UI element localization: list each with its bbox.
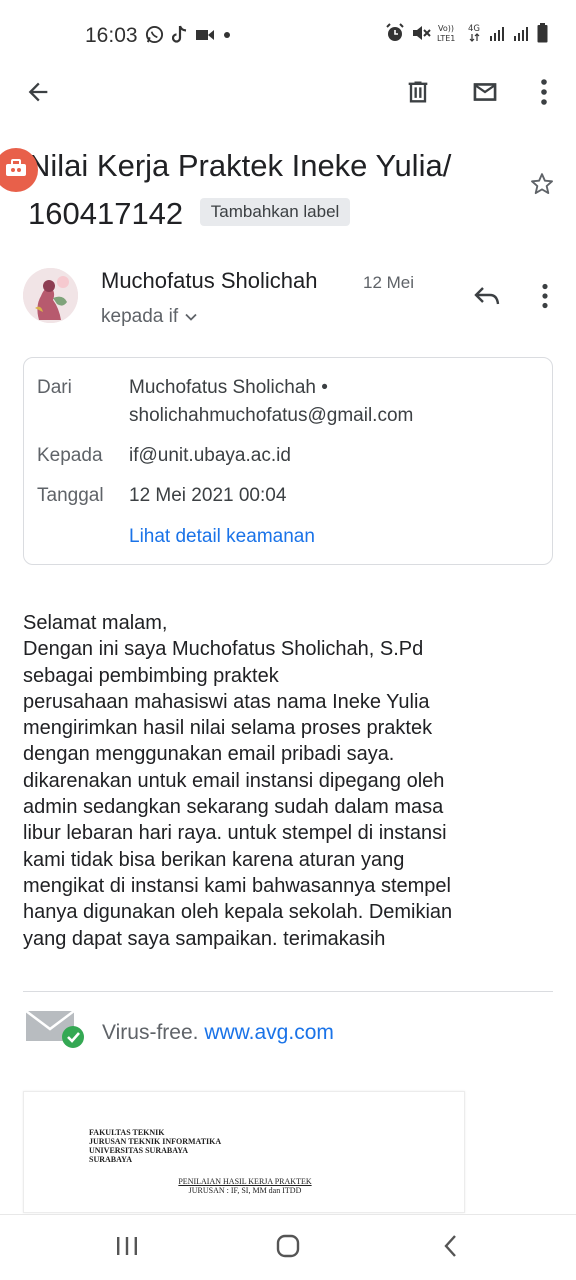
- more-vert-icon: [540, 283, 550, 314]
- alarm-icon: [385, 23, 405, 43]
- attachment-title: PENILAIAN HASIL KERJA PRAKTEK: [178, 1177, 312, 1186]
- sender-name: Muchofatus Sholichah: [101, 268, 318, 293]
- date-label: Tanggal: [37, 485, 104, 506]
- signal-2-icon: [513, 24, 531, 42]
- to-label: Kepada: [37, 445, 103, 466]
- more-vert-icon: [539, 78, 549, 111]
- video-icon: [196, 28, 214, 42]
- security-details-link[interactable]: Lihat detail keamanan: [129, 526, 315, 548]
- svg-text:4G: 4G: [468, 24, 480, 34]
- body-line: yang dapat saya sampaikan. terimakasih: [23, 927, 386, 950]
- system-nav-bar: [0, 1214, 576, 1280]
- from-email: sholichahmuchofatus@gmail.com: [129, 405, 414, 426]
- body-line: Dengan ini saya Muchofatus Sholichah, S.…: [23, 638, 424, 661]
- body-line: Selamat malam,: [23, 612, 168, 634]
- email-date-short: 12 Mei: [363, 273, 415, 292]
- attachment-subtitle: JURUSAN : IF, SI, MM dan ITDD: [188, 1186, 302, 1195]
- virus-free-line: Virus-free. www.avg.com: [102, 1021, 334, 1045]
- mark-unread-button[interactable]: [461, 70, 509, 118]
- battery-icon: [537, 23, 548, 43]
- letterhead-line: UNIVERSITAS SURABAYA: [89, 1146, 189, 1155]
- avg-badge: [25, 1009, 87, 1051]
- back-arrow-icon: [24, 78, 52, 111]
- top-app-bar: [0, 70, 576, 118]
- star-button[interactable]: [524, 168, 560, 204]
- message-more-button[interactable]: [525, 278, 565, 318]
- reply-icon: [473, 284, 501, 313]
- mute-icon: [411, 23, 431, 43]
- virus-free-text: Virus-free.: [102, 1021, 199, 1044]
- status-bar: 16:03 Vo)) LTE1 4G: [0, 0, 576, 70]
- letterhead-line: SURABAYA: [89, 1155, 132, 1164]
- body-line: perusahaan mahasiswi atas nama Ineke Yul…: [23, 690, 430, 713]
- home-button[interactable]: [258, 1225, 318, 1271]
- delete-button[interactable]: [394, 70, 442, 118]
- status-time: 16:03: [85, 24, 138, 47]
- tiktok-icon: [172, 25, 188, 44]
- letterhead-line: JURUSAN TEKNIK INFORMATIKA: [89, 1137, 222, 1146]
- network-4g-icon: 4G: [467, 22, 483, 44]
- from-name: Muchofatus Sholichah •: [129, 377, 328, 398]
- attachment-letterhead: FAKULTAS TEKNIK JURUSAN TEKNIK INFORMATI…: [89, 1128, 221, 1164]
- to-value: if@unit.ubaya.ac.id: [129, 445, 291, 466]
- sender-avatar[interactable]: [23, 268, 78, 323]
- recipient-text: kepada if: [101, 306, 179, 327]
- body-line: mengikat di instansi kami bahwasannya st…: [23, 874, 451, 897]
- date-value: 12 Mei 2021 00:04: [129, 485, 287, 506]
- recent-apps-button[interactable]: [97, 1225, 157, 1271]
- body-line: sebagai pembimbing praktek: [23, 664, 279, 687]
- body-line: dikarenakan untuk email instansi dipegan…: [23, 769, 445, 792]
- signature-divider: [23, 991, 553, 992]
- email-body: Selamat malam, Dengan ini saya Muchofatu…: [23, 610, 553, 952]
- home-icon: [275, 1233, 301, 1264]
- back-icon: [441, 1233, 459, 1264]
- signal-icon: [489, 24, 507, 42]
- avg-envelope-check-icon: [25, 1008, 87, 1055]
- volte-icon: Vo)) LTE1: [437, 22, 461, 44]
- recipient-toggle[interactable]: kepada if: [101, 306, 198, 328]
- avg-link[interactable]: www.avg.com: [204, 1021, 334, 1044]
- email-subject: Nilai Kerja Praktek Ineke Yulia/ 1604171…: [28, 142, 518, 238]
- delete-icon: [404, 78, 432, 111]
- chevron-up-icon: [184, 306, 198, 328]
- attachment-preview[interactable]: FAKULTAS TEKNIK JURUSAN TEKNIK INFORMATI…: [23, 1091, 465, 1213]
- dot-icon: [222, 30, 232, 40]
- letterhead-line: FAKULTAS TEKNIK: [89, 1128, 165, 1137]
- attachment-title-block: PENILAIAN HASIL KERJA PRAKTEK JURUSAN : …: [24, 1177, 464, 1195]
- body-line: admin sedangkan sekarang sudah dalam mas…: [23, 796, 444, 819]
- back-button[interactable]: [14, 70, 62, 118]
- whatsapp-icon: [145, 25, 164, 44]
- mail-icon: [470, 77, 500, 112]
- svg-text:LTE1: LTE1: [437, 34, 455, 43]
- recent-apps-icon: [115, 1235, 139, 1262]
- recorder-icon: [5, 158, 27, 182]
- from-label: Dari: [37, 377, 72, 398]
- body-line: hanya digunakan oleh kepala sekolah. Dem…: [23, 901, 453, 924]
- star-outline-icon: [528, 170, 556, 203]
- system-back-button[interactable]: [420, 1225, 480, 1271]
- body-line: kami tidak bisa berikan karena aturan ya…: [23, 848, 405, 871]
- reply-button[interactable]: [465, 278, 509, 318]
- body-line: libur lebaran hari raya. untuk stempel d…: [23, 822, 447, 845]
- message-details-card: Dari Muchofatus Sholichah • sholichahmuc…: [23, 357, 553, 565]
- body-line: mengirimkan hasil nilai selama proses pr…: [23, 717, 433, 740]
- add-label-chip[interactable]: Tambahkan label: [199, 197, 351, 226]
- body-line: dengan menggunakan email pribadi saya.: [23, 743, 395, 766]
- svg-text:Vo)): Vo)): [438, 24, 454, 33]
- more-options-button[interactable]: [520, 70, 568, 118]
